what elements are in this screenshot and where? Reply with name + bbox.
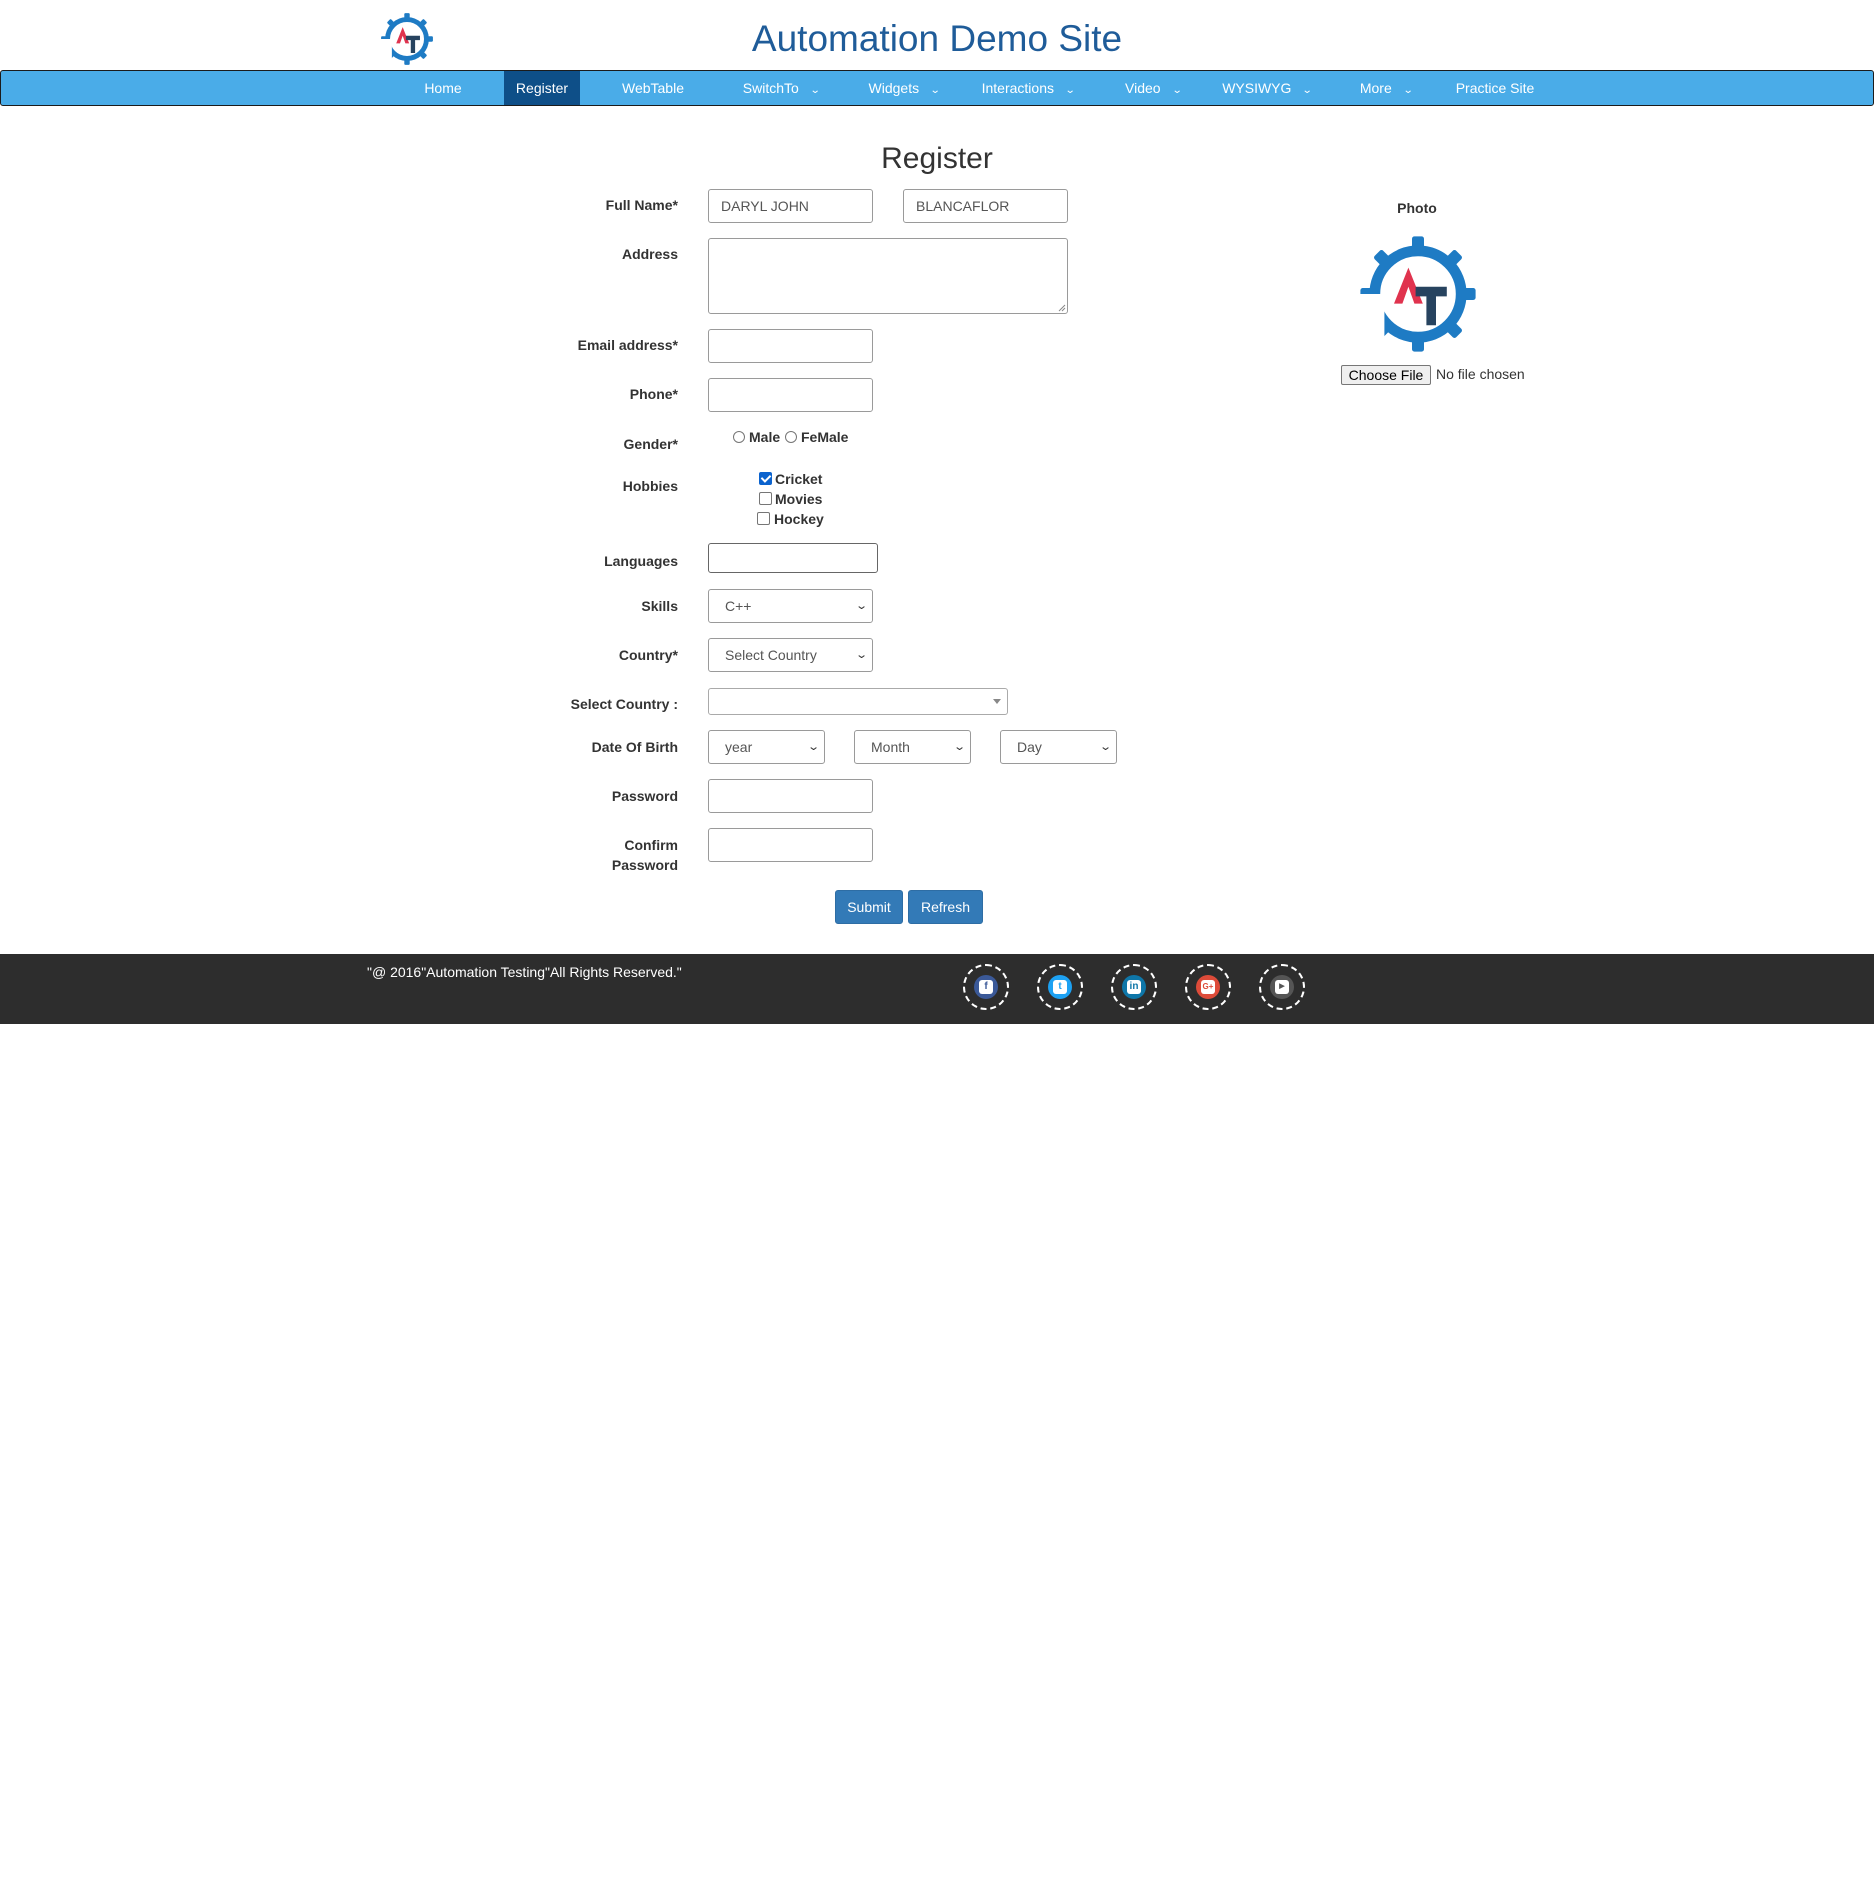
gender-male-label: Male xyxy=(749,429,781,445)
chevron-down-icon: ⌄ xyxy=(854,649,868,661)
nav-webtable[interactable]: WebTable xyxy=(613,71,693,105)
chevron-down-icon: ⌄ xyxy=(1171,85,1183,96)
email-label: Email address* xyxy=(577,337,678,353)
skills-label: Skills xyxy=(641,598,678,614)
resize-handle-icon[interactable] xyxy=(1058,304,1066,312)
password-label: Password xyxy=(611,788,678,804)
chevron-down-icon: ⌄ xyxy=(806,741,820,753)
address-textarea[interactable] xyxy=(708,238,1068,314)
chevron-down-icon: ⌄ xyxy=(952,741,966,753)
file-status-text: No file chosen xyxy=(1436,366,1525,382)
google-plus-link[interactable]: G+ xyxy=(1185,964,1231,1010)
facebook-icon: f xyxy=(974,975,998,999)
main-navbar: Home Register WebTable SwitchTo ⌄ Widgets… xyxy=(0,70,1874,106)
google-plus-icon: G+ xyxy=(1196,975,1220,999)
country-select[interactable]: Select Country ⌄ xyxy=(708,638,873,672)
chevron-down-icon: ⌄ xyxy=(1402,85,1414,96)
nav-widgets[interactable]: Widgets ⌄ xyxy=(854,71,954,105)
site-title: Automation Demo Site xyxy=(751,18,1123,59)
choose-file-button[interactable]: Choose File xyxy=(1341,365,1431,385)
nav-video[interactable]: Video ⌄ xyxy=(1113,71,1193,105)
dob-month-value: Month xyxy=(871,739,910,755)
footer xyxy=(0,954,1874,1024)
nav-switchto-label: SwitchTo xyxy=(742,80,799,96)
hobby-cricket-checkbox[interactable] xyxy=(759,472,772,485)
youtube-link[interactable]: ▶ xyxy=(1259,964,1305,1010)
phone-input[interactable] xyxy=(708,378,873,412)
country-select-value: Select Country xyxy=(725,647,817,663)
skills-select[interactable]: C++ ⌄ xyxy=(708,589,873,623)
confirm-password-input[interactable] xyxy=(708,828,873,862)
twitter-icon: t xyxy=(1048,975,1072,999)
country-label: Country* xyxy=(618,647,678,663)
hobby-cricket-label: Cricket xyxy=(775,471,823,487)
hobbies-label: Hobbies xyxy=(622,478,678,494)
nav-wysiwyg[interactable]: WYSIWYG ⌄ xyxy=(1213,71,1321,105)
languages-label: Languages xyxy=(604,553,678,569)
chevron-down-icon: ⌄ xyxy=(1064,85,1076,96)
gender-female-label: FeMale xyxy=(801,429,849,445)
twitter-link[interactable]: t xyxy=(1037,964,1083,1010)
photo-label: Photo xyxy=(1397,200,1437,216)
full-name-label: Full Name* xyxy=(605,197,678,213)
dob-year-select[interactable]: year ⌄ xyxy=(708,730,825,764)
languages-multiselect[interactable] xyxy=(708,543,878,573)
hobby-movies-checkbox[interactable] xyxy=(759,492,772,505)
gender-female-radio[interactable] xyxy=(785,431,797,443)
skills-select-value: C++ xyxy=(725,598,752,614)
phone-label: Phone* xyxy=(629,386,678,402)
youtube-icon: ▶ xyxy=(1270,975,1294,999)
nav-interactions[interactable]: Interactions ⌄ xyxy=(973,71,1083,105)
nav-practice-site[interactable]: Practice Site xyxy=(1449,71,1541,105)
dob-month-select[interactable]: Month ⌄ xyxy=(854,730,971,764)
nav-video-label: Video xyxy=(1125,80,1161,96)
dob-year-value: year xyxy=(725,739,753,755)
photo-preview-logo xyxy=(1358,236,1476,352)
hobby-movies-label: Movies xyxy=(775,491,823,507)
refresh-button[interactable]: Refresh xyxy=(908,890,983,924)
chevron-down-icon: ⌄ xyxy=(809,85,821,96)
chevron-down-icon: ⌄ xyxy=(1302,85,1314,96)
email-input[interactable] xyxy=(708,329,873,363)
facebook-link[interactable]: f xyxy=(963,964,1009,1010)
nav-more[interactable]: More ⌄ xyxy=(1351,71,1421,105)
nav-register[interactable]: Register xyxy=(504,71,580,105)
submit-button[interactable]: Submit xyxy=(835,890,903,924)
nav-interactions-label: Interactions xyxy=(981,80,1054,96)
nav-home[interactable]: Home xyxy=(413,71,473,105)
confirm-password-label-line2: Password xyxy=(611,857,678,873)
dob-label: Date Of Birth xyxy=(591,739,678,755)
confirm-password-label-line1: Confirm xyxy=(624,837,678,853)
last-name-input[interactable]: BLANCAFLOR xyxy=(903,189,1068,223)
chevron-down-icon: ⌄ xyxy=(854,600,868,612)
nav-widgets-label: Widgets xyxy=(868,80,920,96)
dob-day-select[interactable]: Day ⌄ xyxy=(1000,730,1117,764)
linkedin-icon: in xyxy=(1122,975,1146,999)
address-label: Address xyxy=(621,246,678,262)
nav-switchto[interactable]: SwitchTo ⌄ xyxy=(731,71,831,105)
dropdown-arrow-icon xyxy=(993,699,1001,704)
chevron-down-icon: ⌄ xyxy=(929,85,941,96)
hobby-hockey-checkbox[interactable] xyxy=(757,512,770,525)
page-title: Register xyxy=(881,142,993,175)
dob-day-value: Day xyxy=(1017,739,1042,755)
password-input[interactable] xyxy=(708,779,873,813)
gender-male-radio[interactable] xyxy=(733,431,745,443)
select-country-label: Select Country : xyxy=(570,696,678,712)
linkedin-link[interactable]: in xyxy=(1111,964,1157,1010)
select-country-combobox[interactable] xyxy=(708,688,1008,715)
copyright-text: "@ 2016"Automation Testing"All Rights Re… xyxy=(367,964,682,980)
nav-wysiwyg-label: WYSIWYG xyxy=(1222,80,1292,96)
nav-more-label: More xyxy=(1359,80,1392,96)
gender-label: Gender* xyxy=(623,436,678,452)
first-name-input[interactable]: DARYL JOHN xyxy=(708,189,873,223)
chevron-down-icon: ⌄ xyxy=(1098,741,1112,753)
hobby-hockey-label: Hockey xyxy=(774,511,824,527)
